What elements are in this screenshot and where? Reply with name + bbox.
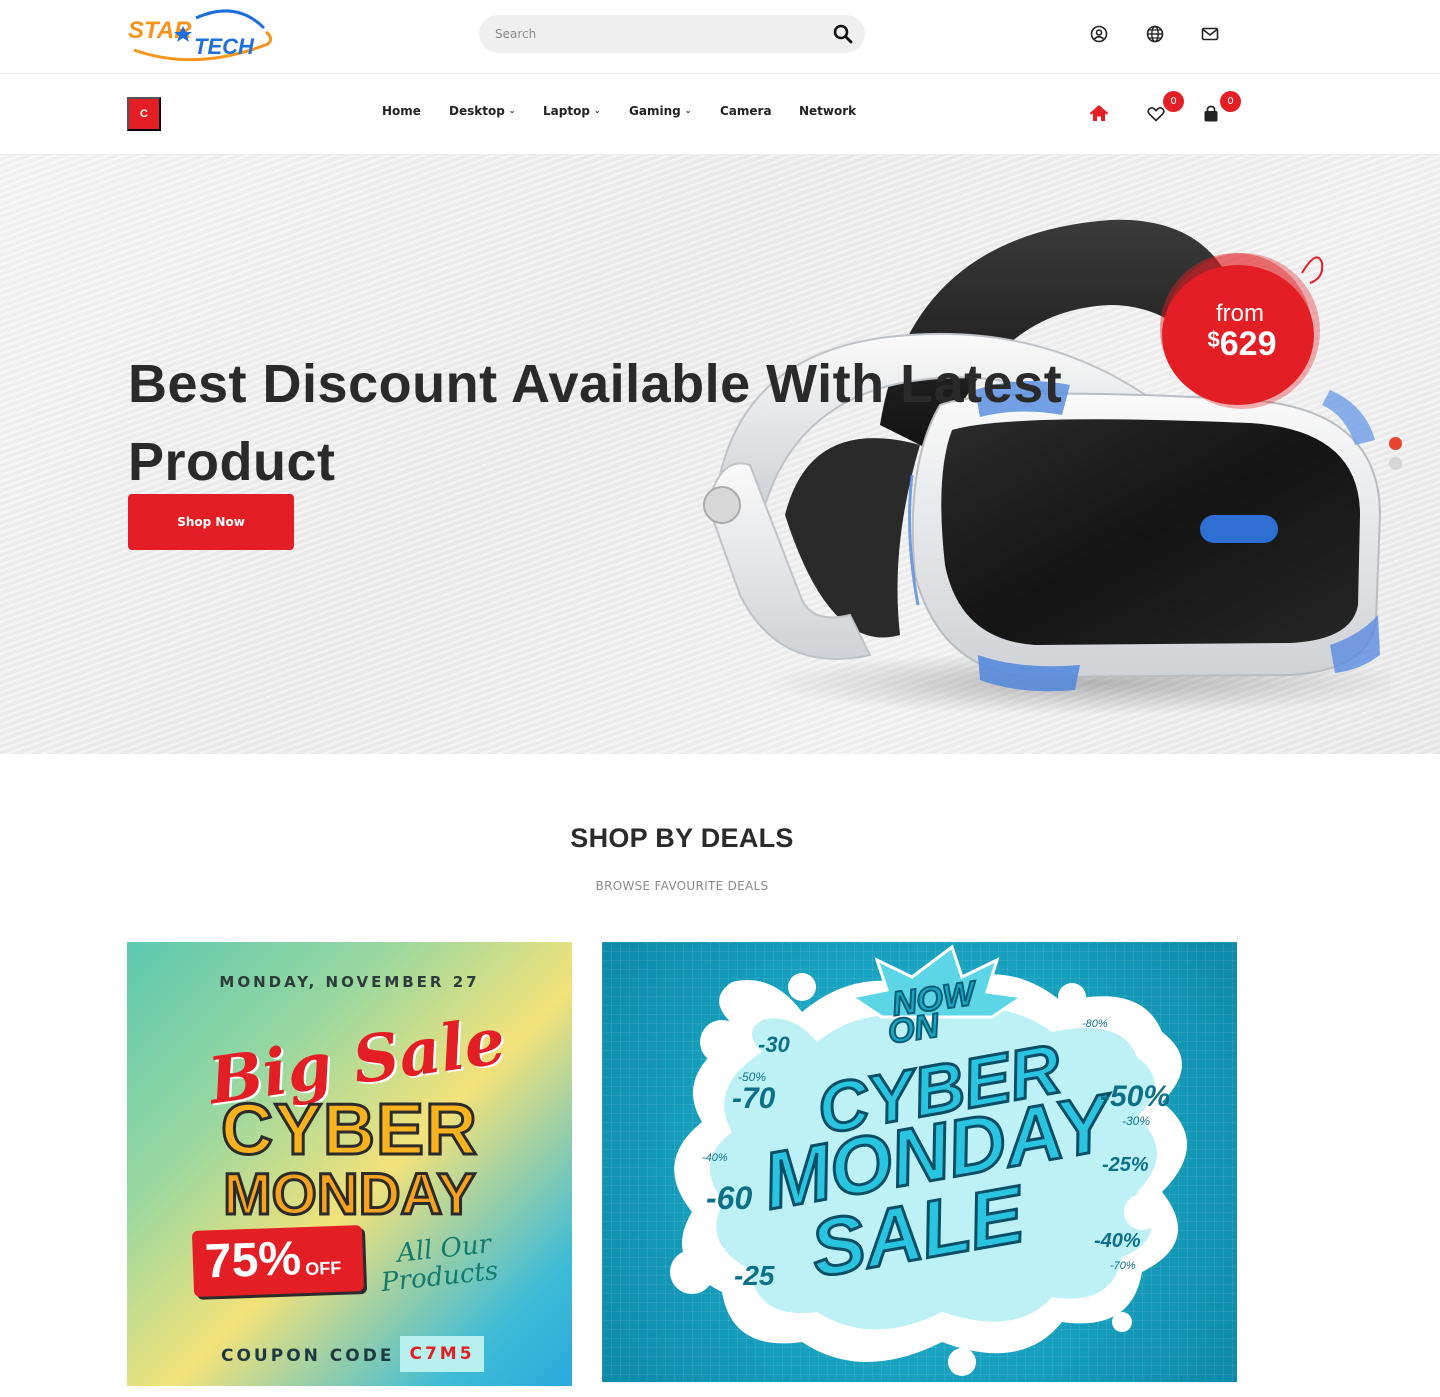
discount-label: -25% xyxy=(1102,1154,1149,1176)
price-value: $629 xyxy=(1182,325,1302,364)
chevron-down-icon: ⌄ xyxy=(593,105,601,115)
deal-coupon-code[interactable]: C7M5 xyxy=(400,1336,484,1372)
discount-label: -50% xyxy=(1100,1080,1171,1113)
home-icon[interactable] xyxy=(1089,104,1109,124)
nav-home-label: Home xyxy=(382,104,421,118)
deal-monday-text: MONDAY xyxy=(222,1162,477,1227)
chevron-down-icon: ⌄ xyxy=(684,105,692,115)
hero-banner: from $629 Best Discount Available With L… xyxy=(0,155,1440,754)
shop-now-button[interactable]: Shop Now xyxy=(128,494,294,550)
nav-laptop[interactable]: Laptop ⌄ xyxy=(543,104,601,118)
nav-desktop-label: Desktop xyxy=(449,104,505,118)
envelope-icon[interactable] xyxy=(1200,24,1220,44)
heart-icon[interactable] xyxy=(1146,104,1166,124)
discount-label: -50% xyxy=(738,1070,767,1084)
deal-off: OFF xyxy=(304,1257,342,1280)
deal-coupon-label: COUPON CODE xyxy=(221,1346,395,1366)
deal-percent-tag: 75% OFF xyxy=(191,1225,365,1297)
nav-laptop-label: Laptop xyxy=(543,104,590,118)
nav-gaming-label: Gaming xyxy=(629,104,681,118)
discount-label: -30 xyxy=(758,1032,790,1057)
discount-label: -40% xyxy=(702,1152,728,1164)
discount-label: -80% xyxy=(1082,1018,1108,1030)
price-from-label: from xyxy=(1216,300,1264,327)
nav-camera[interactable]: Camera xyxy=(720,104,772,118)
shopping-bag-icon[interactable] xyxy=(1201,104,1221,124)
deal-on-text: ON xyxy=(885,1006,943,1053)
deal-card-cyber-monday-big-sale[interactable]: MONDAY, NOVEMBER 27 Big Sale CYBER MONDA… xyxy=(127,942,572,1386)
discount-label: -70% xyxy=(1110,1260,1136,1272)
top-header: STAR TECH xyxy=(0,0,1440,74)
nav-gaming[interactable]: Gaming ⌄ xyxy=(629,104,691,118)
globe-icon[interactable] xyxy=(1145,24,1165,44)
discount-label: -25 xyxy=(734,1260,775,1291)
search-input[interactable] xyxy=(495,24,815,44)
discount-label: -30% xyxy=(1122,1114,1151,1128)
cart-count-badge: 0 xyxy=(1220,91,1241,112)
deal-percent: 75% xyxy=(204,1232,302,1289)
hero-title: Best Discount Available With Latest Prod… xyxy=(128,354,1063,492)
search-bar xyxy=(479,15,865,53)
nav-home[interactable]: Home xyxy=(382,104,421,118)
main-nav: C Home Desktop ⌄ Laptop ⌄ Gaming ⌄ Camera N… xyxy=(0,74,1440,155)
slider-dot-active[interactable] xyxy=(1389,437,1402,450)
slider-dot[interactable] xyxy=(1389,457,1402,470)
price-sticker: from $629 xyxy=(1152,243,1328,411)
search-icon[interactable] xyxy=(833,24,853,44)
deal-cyber-text: CYBER xyxy=(219,1090,479,1170)
discount-label: -60 xyxy=(706,1180,753,1216)
deal-card-cyber-monday-sale[interactable]: NOW ON CYBER MONDAY SALE -30 -70 -50% -6… xyxy=(602,942,1237,1382)
user-circle-icon[interactable] xyxy=(1089,24,1109,44)
startech-logo[interactable]: STAR TECH xyxy=(126,4,276,64)
deals-section-subtitle: BROWSE FAVOURITE DEALS xyxy=(595,879,769,893)
discount-label: -40% xyxy=(1094,1230,1141,1252)
chevron-down-icon: ⌄ xyxy=(508,105,516,115)
deals-section-title: SHOP BY DEALS xyxy=(570,823,794,853)
discount-label: -70 xyxy=(732,1082,776,1115)
price-currency: $ xyxy=(1207,327,1220,352)
nav-network[interactable]: Network xyxy=(799,104,856,118)
wishlist-count-badge: 0 xyxy=(1163,91,1184,112)
logo-tech-text: TECH xyxy=(194,34,255,59)
deal-date: MONDAY, NOVEMBER 27 xyxy=(219,973,480,991)
nav-desktop[interactable]: Desktop ⌄ xyxy=(449,104,516,118)
nav-network-label: Network xyxy=(799,104,857,118)
category-menu-button[interactable]: C xyxy=(127,97,161,131)
nav-camera-label: Camera xyxy=(720,104,772,118)
price-amount: 629 xyxy=(1219,325,1277,363)
